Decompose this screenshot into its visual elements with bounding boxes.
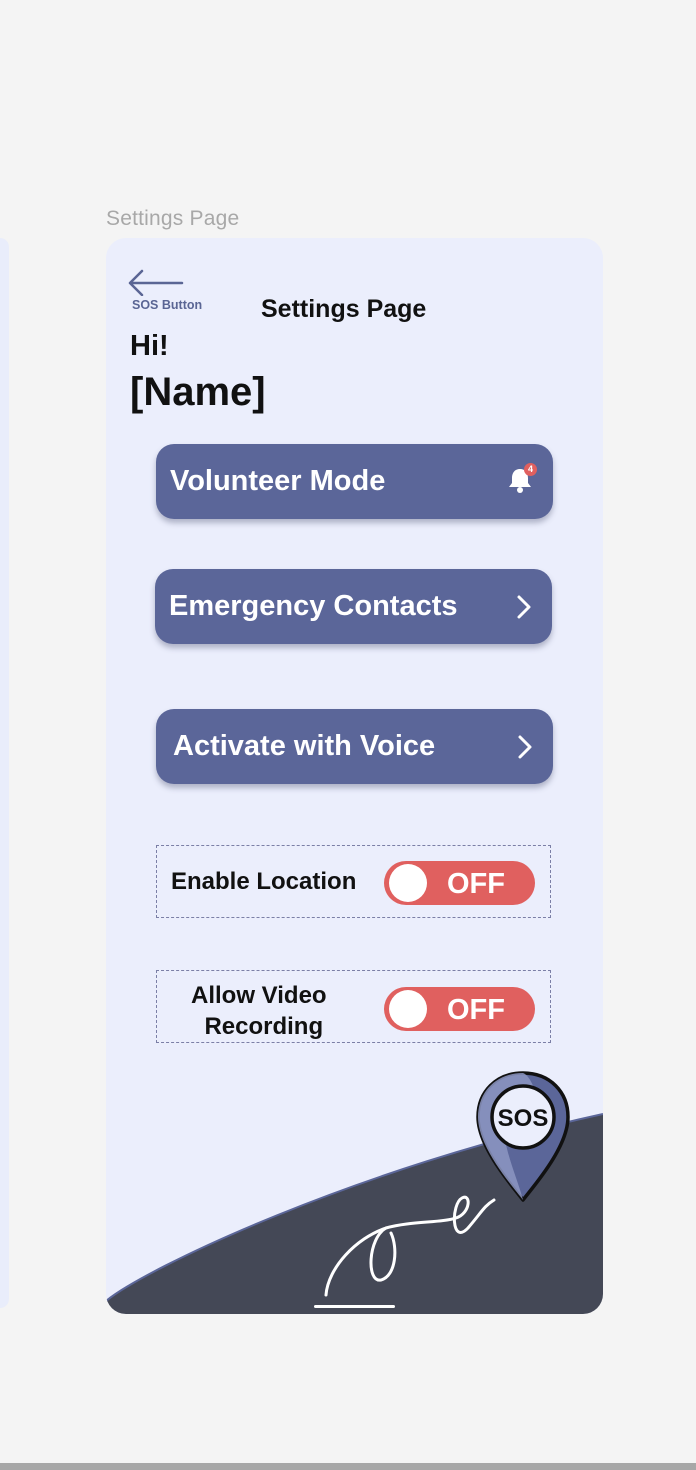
volunteer-mode-button[interactable]: Volunteer Mode 4 bbox=[156, 444, 553, 519]
allow-video-recording-toggle[interactable]: OFF bbox=[384, 987, 535, 1031]
bottom-scrollbar bbox=[0, 1463, 696, 1470]
enable-location-label: Enable Location bbox=[171, 868, 357, 895]
emergency-contacts-label: Emergency Contacts bbox=[169, 590, 458, 622]
back-button-label: SOS Button bbox=[132, 298, 203, 312]
bell-icon[interactable]: 4 bbox=[505, 463, 537, 494]
enable-location-row: Enable Location OFF bbox=[156, 845, 551, 918]
toggle-state: OFF bbox=[447, 868, 505, 900]
allow-video-recording-label: Allow Video Recording bbox=[191, 980, 327, 1042]
allow-video-label-line2: Recording bbox=[204, 1013, 324, 1040]
greeting-text: Hi! bbox=[130, 330, 169, 362]
chevron-right-icon bbox=[517, 595, 531, 619]
sos-pin-label: SOS bbox=[498, 1105, 549, 1132]
volunteer-mode-label: Volunteer Mode bbox=[170, 465, 386, 497]
back-button[interactable]: SOS Button bbox=[126, 268, 206, 316]
emergency-contacts-button[interactable]: Emergency Contacts bbox=[155, 569, 552, 644]
adjacent-frame-edge bbox=[0, 238, 9, 1308]
home-indicator[interactable] bbox=[314, 1305, 395, 1308]
activate-with-voice-label: Activate with Voice bbox=[173, 730, 436, 762]
chevron-right-icon bbox=[518, 735, 532, 759]
frame-label: Settings Page bbox=[106, 207, 240, 230]
arrow-left-icon bbox=[128, 269, 184, 296]
settings-screen: SOS Button Settings Page Hi! [Name] Volu… bbox=[106, 238, 603, 1314]
notification-badge: 4 bbox=[524, 463, 537, 476]
allow-video-recording-row: Allow Video Recording OFF bbox=[156, 970, 551, 1043]
sos-pin-button[interactable]: SOS bbox=[474, 1070, 572, 1209]
toggle-knob bbox=[389, 990, 427, 1028]
page-title: Settings Page bbox=[261, 295, 427, 323]
user-name: [Name] bbox=[130, 370, 266, 414]
allow-video-label-line1: Allow Video bbox=[191, 982, 327, 1009]
enable-location-toggle[interactable]: OFF bbox=[384, 861, 535, 905]
toggle-state: OFF bbox=[447, 994, 505, 1026]
location-pin-icon: SOS bbox=[476, 1071, 570, 1202]
toggle-knob bbox=[389, 864, 427, 902]
activate-with-voice-button[interactable]: Activate with Voice bbox=[156, 709, 553, 784]
